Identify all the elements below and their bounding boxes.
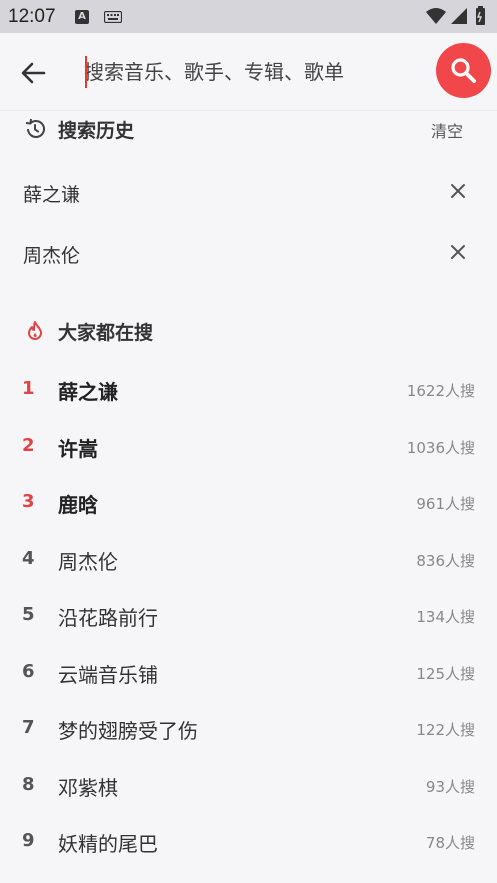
rank-number: 3: [22, 491, 35, 512]
rank-number: 5: [22, 604, 35, 625]
rank-number: 4: [22, 548, 35, 569]
hot-item-label[interactable]: 邓紫棋: [58, 772, 118, 801]
search-count: 1036人搜: [406, 439, 475, 457]
text-caret: [85, 56, 87, 88]
hot-search-item[interactable]: 6 云端音乐铺 125人搜: [0, 651, 497, 695]
search-count: 1622人搜: [406, 382, 475, 400]
hot-search-item[interactable]: 1 薛之谦 1622人搜: [0, 368, 497, 412]
search-count: 125人搜: [416, 665, 475, 683]
flame-icon: [28, 321, 42, 340]
hot-search-item[interactable]: 9 妖精的尾巴 78人搜: [0, 820, 497, 864]
history-header: 搜索历史 清空: [0, 114, 497, 144]
close-icon[interactable]: [447, 241, 469, 263]
clear-history-button[interactable]: 清空: [431, 118, 463, 142]
hot-search-header: 大家都在搜: [0, 316, 497, 346]
hot-item-label[interactable]: 许嵩: [58, 433, 98, 462]
search-count: 93人搜: [425, 778, 475, 796]
hot-search-item[interactable]: 8 邓紫棋 93人搜: [0, 764, 497, 808]
hot-item-label[interactable]: 梦的翅膀受了伤: [58, 715, 198, 744]
search-count: 122人搜: [416, 721, 475, 739]
hot-item-label[interactable]: 沿花路前行: [58, 602, 158, 631]
rank-number: 9: [22, 830, 35, 851]
hot-search-item[interactable]: 4 周杰伦 836人搜: [0, 538, 497, 582]
search-count: 961人搜: [416, 495, 475, 513]
search-input[interactable]: [84, 53, 424, 91]
history-clock-icon: [25, 118, 45, 138]
arrow-left-icon[interactable]: [18, 58, 48, 88]
notification-a-icon: A: [75, 10, 89, 24]
wifi-signal-battery-icons: [426, 6, 485, 25]
hot-search-item[interactable]: 7 梦的翅膀受了伤 122人搜: [0, 707, 497, 751]
hot-item-label[interactable]: 周杰伦: [58, 546, 118, 575]
search-count: 836人搜: [416, 552, 475, 570]
history-item[interactable]: 薛之谦: [0, 172, 497, 212]
history-item-label[interactable]: 薛之谦: [23, 180, 80, 207]
hot-search-title: 大家都在搜: [58, 322, 154, 344]
search-count: 78人搜: [425, 834, 475, 852]
magnifier-icon: [451, 58, 476, 83]
rank-number: 1: [22, 378, 35, 399]
rank-number: 7: [22, 717, 35, 738]
hot-item-label[interactable]: 云端音乐铺: [58, 659, 158, 688]
search-bar: [0, 33, 497, 111]
hot-search-item[interactable]: 2 许嵩 1036人搜: [0, 425, 497, 469]
status-time: 12:07: [8, 6, 56, 27]
history-item-label[interactable]: 周杰伦: [23, 241, 80, 268]
close-icon[interactable]: [447, 180, 469, 202]
hot-item-label[interactable]: 妖精的尾巴: [58, 828, 158, 857]
rank-number: 2: [22, 435, 35, 456]
history-item[interactable]: 周杰伦: [0, 233, 497, 273]
rank-number: 8: [22, 774, 35, 795]
status-bar: 12:07 A: [0, 0, 497, 33]
hot-search-item[interactable]: 3 鹿晗 961人搜: [0, 481, 497, 525]
hot-item-label[interactable]: 鹿晗: [58, 489, 98, 518]
rank-number: 6: [22, 661, 35, 682]
hot-item-label[interactable]: 薛之谦: [58, 376, 118, 405]
search-count: 134人搜: [416, 608, 475, 626]
keyboard-icon: [104, 11, 122, 23]
history-title: 搜索历史: [58, 120, 135, 142]
search-button[interactable]: [436, 43, 491, 98]
hot-search-item[interactable]: 5 沿花路前行 134人搜: [0, 594, 497, 638]
